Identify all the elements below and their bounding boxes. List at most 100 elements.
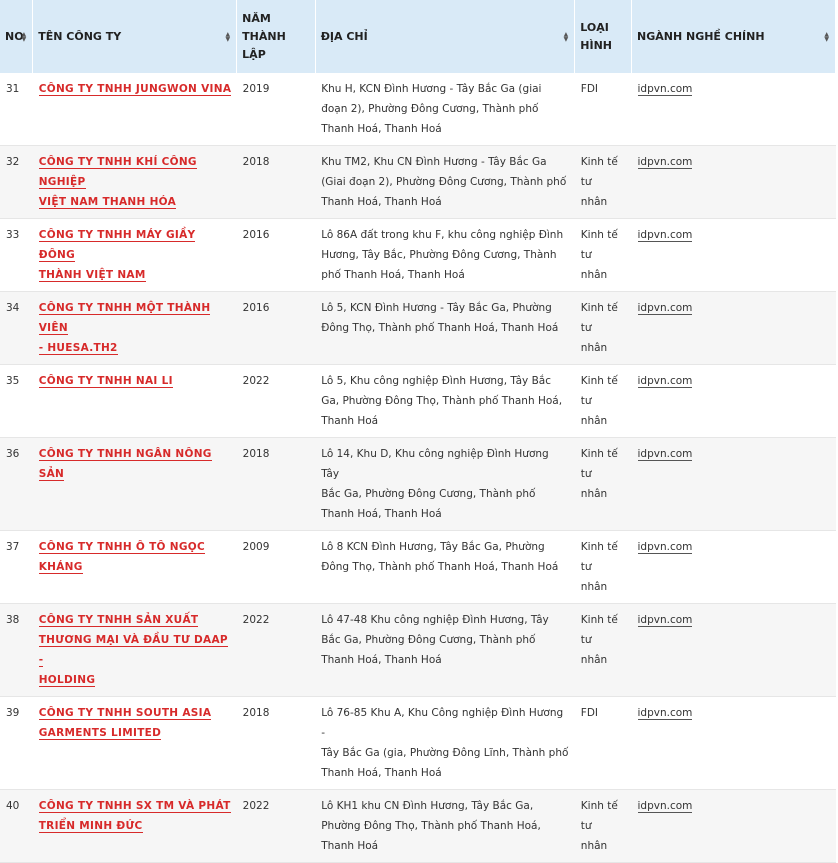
cell-type: Kinh tế tư nhân [574, 530, 632, 604]
company-link[interactable]: CÔNG TY TNHH Ô TÔ NGỌC KHÁNG [38, 541, 205, 574]
column-header-year-label: NĂM THÀNH LẬP [242, 11, 286, 61]
company-link[interactable]: CÔNG TY TNHH JUNGWON VINA [38, 83, 232, 96]
cell-no: 33 [0, 218, 33, 292]
cell-industry: idpvn.com [631, 364, 836, 438]
table-row: 39 CÔNG TY TNHH SOUTH ASIA GARMENTS LIMITE… [0, 696, 836, 790]
cell-no: 32 [0, 145, 33, 219]
company-link[interactable]: CÔNG TY TNHH NGÂN NÔNG SẢN [38, 448, 212, 481]
website-link[interactable]: idpvn.com [637, 156, 693, 169]
cell-address: Lô 5, KCN Đình Hương - Tây Bắc Ga, Phườn… [315, 291, 575, 365]
sort-arrows-icon[interactable]: ▲ ▼ [226, 31, 231, 42]
cell-no: 39 [0, 696, 33, 790]
founded-year: 2022 [242, 375, 270, 387]
cell-type: Kinh tế tư nhân [574, 789, 632, 863]
cell-year: 2018 [236, 437, 316, 531]
cell-type: Kinh tế tư nhân [574, 364, 632, 438]
table-row: 38 CÔNG TY TNHH SẢN XUẤT THƯƠNG MẠI VÀ ĐẦU… [0, 603, 836, 697]
table-row: 40 CÔNG TY TNHH SX TM VÀ PHÁT TRIỂN MINH Đ… [0, 789, 836, 863]
cell-industry: idpvn.com [631, 291, 836, 365]
row-number: 36 [6, 448, 20, 460]
cell-address: Lô 5, Khu công nghiệp Đình Hương, Tây Bắ… [315, 364, 575, 438]
table-row: 32 CÔNG TY TNHH KHÍ CÔNG NGHIỆP VIỆT NAM T… [0, 145, 836, 219]
founded-year: 2019 [242, 83, 270, 95]
sort-arrows-icon[interactable]: ▲ ▼ [22, 31, 27, 42]
company-link[interactable]: CÔNG TY TNHH SẢN XUẤT THƯƠNG MẠI VÀ ĐẦU T… [38, 614, 228, 687]
cell-year: 2016 [236, 218, 316, 292]
cell-type: FDI [574, 73, 632, 146]
company-link[interactable]: CÔNG TY TNHH MÁY GIẦY ĐÔNG THÀNH VIỆT NAM [38, 229, 196, 282]
column-header-name[interactable]: TÊN CÔNG TY ▲ ▼ [32, 0, 238, 73]
company-link[interactable]: CÔNG TY TNHH SOUTH ASIA GARMENTS LIMITED [38, 707, 212, 740]
cell-no: 38 [0, 603, 33, 697]
founded-year: 2018 [242, 448, 270, 460]
cell-industry: idpvn.com [631, 437, 836, 531]
row-number: 32 [6, 156, 20, 168]
company-link[interactable]: CÔNG TY TNHH SX TM VÀ PHÁT TRIỂN MINH ĐỨC [38, 800, 231, 833]
cell-year: 2022 [236, 364, 316, 438]
cell-year: 2009 [236, 530, 316, 604]
table-row: 33 CÔNG TY TNHH MÁY GIẦY ĐÔNG THÀNH VIỆT N… [0, 218, 836, 292]
table-row: 31 CÔNG TY TNHH JUNGWON VINA 2019 Khu H, KC… [0, 73, 836, 146]
cell-type: Kinh tế tư nhân [574, 437, 632, 531]
cell-industry: idpvn.com [631, 218, 836, 292]
column-header-type-label: LOẠI HÌNH [580, 20, 613, 52]
cell-no: 37 [0, 530, 33, 604]
cell-company-name: CÔNG TY TNHH MỘT THÀNH VIÊN - HUESA.TH2 [32, 291, 237, 365]
cell-no: 31 [0, 73, 33, 146]
website-link[interactable]: idpvn.com [637, 302, 693, 315]
website-link[interactable]: idpvn.com [637, 541, 693, 554]
cell-company-name: CÔNG TY TNHH NAI LI [32, 364, 237, 438]
column-header-type[interactable]: LOẠI HÌNH [574, 0, 632, 73]
cell-no: 35 [0, 364, 33, 438]
cell-company-name: CÔNG TY TNHH Ô TÔ NGỌC KHÁNG [32, 530, 237, 604]
column-header-address-label: ĐỊA CHỈ [320, 29, 368, 43]
company-table: NO ▲ ▼ TÊN CÔNG TY ▲ ▼ NĂM THÀNH LẬP ĐỊA C… [0, 0, 836, 863]
cell-industry: idpvn.com [631, 603, 836, 697]
row-number: 39 [6, 707, 20, 719]
website-link[interactable]: idpvn.com [637, 614, 693, 627]
row-number: 35 [6, 375, 20, 387]
row-number: 31 [6, 83, 20, 95]
company-link[interactable]: CÔNG TY TNHH NAI LI [38, 375, 173, 388]
table-row: 37 CÔNG TY TNHH Ô TÔ NGỌC KHÁNG 2009 Lô 8 KC… [0, 530, 836, 604]
table-row: 36 CÔNG TY TNHH NGÂN NÔNG SẢN 2018 Lô 14, K… [0, 437, 836, 531]
cell-type: Kinh tế tư nhân [574, 291, 632, 365]
column-header-year[interactable]: NĂM THÀNH LẬP [236, 0, 316, 73]
cell-company-name: CÔNG TY TNHH MÁY GIẦY ĐÔNG THÀNH VIỆT NAM [32, 218, 237, 292]
founded-year: 2018 [242, 156, 270, 168]
cell-no: 36 [0, 437, 33, 531]
column-header-no[interactable]: NO ▲ ▼ [0, 0, 34, 73]
company-link[interactable]: CÔNG TY TNHH KHÍ CÔNG NGHIỆP VIỆT NAM THA… [38, 156, 197, 209]
website-link[interactable]: idpvn.com [637, 375, 693, 388]
website-link[interactable]: idpvn.com [637, 707, 693, 720]
column-header-address[interactable]: ĐỊA CHỈ ▲ ▼ [315, 0, 576, 73]
table-row: 34 CÔNG TY TNHH MỘT THÀNH VIÊN - HUESA.TH2… [0, 291, 836, 365]
table-row: 35 CÔNG TY TNHH NAI LI 2022 Lô 5, Khu công … [0, 364, 836, 438]
website-link[interactable]: idpvn.com [637, 448, 693, 461]
sort-arrows-icon[interactable]: ▲ ▼ [824, 31, 829, 42]
column-header-name-label: TÊN CÔNG TY [38, 29, 122, 43]
cell-industry: idpvn.com [631, 530, 836, 604]
cell-type: FDI [574, 696, 632, 790]
cell-no: 34 [0, 291, 33, 365]
cell-address: Lô 76-85 Khu A, Khu Công nghiệp Đình Hươ… [315, 696, 575, 790]
cell-year: 2019 [236, 73, 316, 146]
founded-year: 2022 [242, 614, 270, 626]
cell-type: Kinh tế tư nhân [574, 603, 632, 697]
cell-company-name: CÔNG TY TNHH SẢN XUẤT THƯƠNG MẠI VÀ ĐẦU T… [32, 603, 237, 697]
column-header-industry[interactable]: NGÀNH NGHỀ CHÍNH ▲ ▼ [631, 0, 836, 73]
sort-arrows-icon[interactable]: ▲ ▼ [564, 31, 569, 42]
website-link[interactable]: idpvn.com [637, 229, 693, 242]
cell-industry: idpvn.com [631, 73, 836, 146]
cell-company-name: CÔNG TY TNHH SX TM VÀ PHÁT TRIỂN MINH ĐỨC [32, 789, 237, 863]
cell-industry: idpvn.com [631, 789, 836, 863]
company-link[interactable]: CÔNG TY TNHH MỘT THÀNH VIÊN - HUESA.TH2 [38, 302, 211, 355]
cell-year: 2016 [236, 291, 316, 365]
website-link[interactable]: idpvn.com [637, 800, 693, 813]
cell-year: 2022 [236, 603, 316, 697]
row-number: 34 [6, 302, 20, 314]
cell-company-name: CÔNG TY TNHH NGÂN NÔNG SẢN [32, 437, 237, 531]
founded-year: 2022 [242, 800, 270, 812]
website-link[interactable]: idpvn.com [637, 83, 693, 96]
cell-address: Lô 8 KCN Đình Hương, Tây Bắc Ga, Phường Đ… [315, 530, 575, 604]
